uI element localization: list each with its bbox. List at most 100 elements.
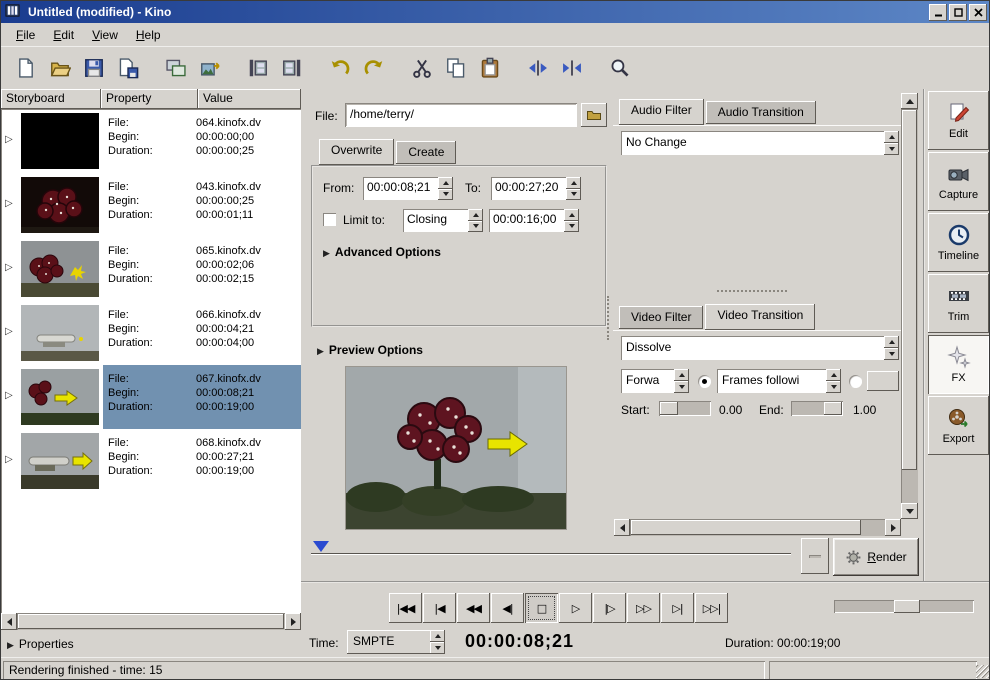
spin-up-icon[interactable]	[884, 131, 899, 143]
pane-grip-vertical[interactable]	[607, 296, 611, 340]
paste-button[interactable]	[473, 51, 507, 85]
undo-button[interactable]	[323, 51, 357, 85]
spin-up-icon[interactable]	[564, 209, 579, 221]
spin-down-icon[interactable]	[674, 381, 689, 393]
cut-button[interactable]	[405, 51, 439, 85]
file-path-input[interactable]: /home/terry/	[345, 103, 577, 127]
properties-expander[interactable]: ▶Properties	[1, 630, 301, 657]
mode-timeline-button[interactable]: Timeline	[928, 213, 989, 272]
tab-create[interactable]: Create	[396, 141, 456, 164]
previous-scene-button[interactable]: |◀	[423, 593, 456, 623]
row-expander-icon[interactable]: ▷	[5, 454, 13, 465]
menu-file[interactable]: File	[7, 25, 44, 45]
spin-down-icon[interactable]	[826, 381, 841, 393]
save-file-button[interactable]	[77, 51, 111, 85]
limit-mode-dropdown[interactable]: Closing	[403, 209, 483, 232]
start-slider[interactable]	[659, 401, 711, 416]
next-scene-button[interactable]: ▷|	[661, 593, 694, 623]
row-expander-icon[interactable]: ▷	[5, 390, 13, 401]
filter-hscrollbar[interactable]	[614, 519, 901, 536]
redo-button[interactable]	[357, 51, 391, 85]
open-file-button[interactable]	[43, 51, 77, 85]
to-time-spinbox[interactable]: 00:00:27;20	[491, 177, 581, 200]
rewind-button[interactable]: ◀◀	[457, 593, 490, 623]
insert-before-button[interactable]	[241, 51, 275, 85]
advanced-options-expander[interactable]: ▶Advanced Options	[323, 245, 441, 259]
video-transition-dropdown[interactable]: Dissolve	[621, 336, 899, 360]
storyboard-row-068[interactable]: ▷ File:068.kinofx.dv Begin:00:00:27;21 D…	[1, 429, 301, 493]
close-button[interactable]	[969, 4, 987, 21]
fast-forward-button[interactable]: ▷▷	[627, 593, 660, 623]
maximize-button[interactable]	[949, 4, 967, 21]
frame-back-button[interactable]: ◀|	[491, 593, 524, 623]
minimize-button[interactable]	[929, 4, 947, 21]
play-button[interactable]: ▷	[559, 593, 592, 623]
time-format-dropdown[interactable]: SMPTE	[347, 630, 445, 654]
row-expander-icon[interactable]: ▷	[5, 262, 13, 273]
position-marker[interactable]	[313, 541, 329, 552]
spin-up-icon[interactable]	[674, 369, 689, 381]
still-frame-button[interactable]	[159, 51, 193, 85]
spin-up-icon[interactable]	[826, 369, 841, 381]
color-radio[interactable]	[849, 375, 862, 388]
storyboard-row-065[interactable]: ▷ File:065.kinofx.dv Begin:00:00:02;06 D…	[1, 237, 301, 301]
mode-capture-button[interactable]: Capture	[928, 152, 989, 211]
title-bar[interactable]: Untitled (modified) - Kino	[1, 1, 990, 23]
audio-filter-dropdown[interactable]: No Change	[621, 131, 899, 155]
spin-down-icon[interactable]	[468, 221, 483, 233]
row-expander-icon[interactable]: ▷	[5, 134, 13, 145]
frame-forward-button[interactable]: |▷	[593, 593, 626, 623]
scroll-right-icon[interactable]	[885, 519, 901, 536]
copy-button[interactable]	[439, 51, 473, 85]
scroll-left-icon[interactable]	[1, 613, 17, 630]
menu-edit[interactable]: Edit	[44, 25, 83, 45]
storyboard-row-067-selected[interactable]: ▷ File:067.kinofx.dv Begin:00:00:08;21 D…	[1, 365, 301, 429]
pane-grip-horizontal[interactable]	[717, 290, 787, 292]
shuttle-thumb[interactable]	[894, 600, 920, 613]
zoom-button[interactable]	[603, 51, 637, 85]
mode-fx-button[interactable]: FX	[928, 335, 989, 394]
frames-radio-selected[interactable]	[698, 375, 711, 388]
spin-down-icon[interactable]	[430, 642, 445, 654]
stop-button[interactable]: □	[525, 593, 558, 623]
column-header-property[interactable]: Property	[101, 89, 198, 109]
browse-folder-button[interactable]	[581, 103, 607, 127]
new-file-button[interactable]	[9, 51, 43, 85]
tab-audio-filter[interactable]: Audio Filter	[619, 99, 704, 125]
mode-export-button[interactable]: Export	[928, 396, 989, 455]
row-expander-icon[interactable]: ▷	[5, 198, 13, 209]
render-button[interactable]: Render	[833, 538, 919, 576]
spin-down-icon[interactable]	[566, 189, 581, 201]
storyboard-hscrollbar[interactable]	[1, 613, 301, 630]
spin-down-icon[interactable]	[884, 143, 899, 155]
menu-help[interactable]: Help	[127, 25, 170, 45]
direction-dropdown[interactable]: Forwa	[621, 369, 689, 393]
spin-up-icon[interactable]	[566, 177, 581, 189]
tab-overwrite[interactable]: Overwrite	[319, 139, 394, 165]
seek-start-button[interactable]: |◀◀	[389, 593, 422, 623]
spin-up-icon[interactable]	[884, 336, 899, 348]
mode-trim-button[interactable]: Trim	[928, 274, 989, 333]
spin-down-icon[interactable]	[884, 348, 899, 360]
export-frame-button[interactable]	[193, 51, 227, 85]
scroll-right-icon[interactable]	[285, 613, 301, 630]
tab-video-filter[interactable]: Video Filter	[619, 306, 703, 329]
scroll-left-icon[interactable]	[614, 519, 630, 536]
spin-down-icon[interactable]	[564, 221, 579, 233]
preview-options-expander[interactable]: ▶Preview Options	[317, 343, 423, 357]
scroll-up-icon[interactable]	[901, 93, 918, 109]
storyboard-row-064[interactable]: ▷ File:064.kinofx.dv Begin:00:00:00;00 D…	[1, 109, 301, 173]
save-as-button[interactable]	[111, 51, 145, 85]
pane-handle-button[interactable]	[801, 538, 829, 574]
tab-audio-transition[interactable]: Audio Transition	[706, 101, 816, 124]
menu-view[interactable]: View	[83, 25, 127, 45]
filter-vscrollbar[interactable]	[901, 93, 918, 519]
spin-down-icon[interactable]	[438, 189, 453, 201]
scrub-track[interactable]	[311, 553, 791, 555]
spin-up-icon[interactable]	[430, 630, 445, 642]
limit-time-spinbox[interactable]: 00:00:16;00	[489, 209, 579, 232]
storyboard-row-043[interactable]: ▷ File:043.kinofx.dv Begin:00:00:00;25 D…	[1, 173, 301, 237]
column-header-storyboard[interactable]: Storyboard	[1, 89, 101, 109]
insert-after-button[interactable]	[275, 51, 309, 85]
shuttle-slider[interactable]	[834, 600, 974, 613]
